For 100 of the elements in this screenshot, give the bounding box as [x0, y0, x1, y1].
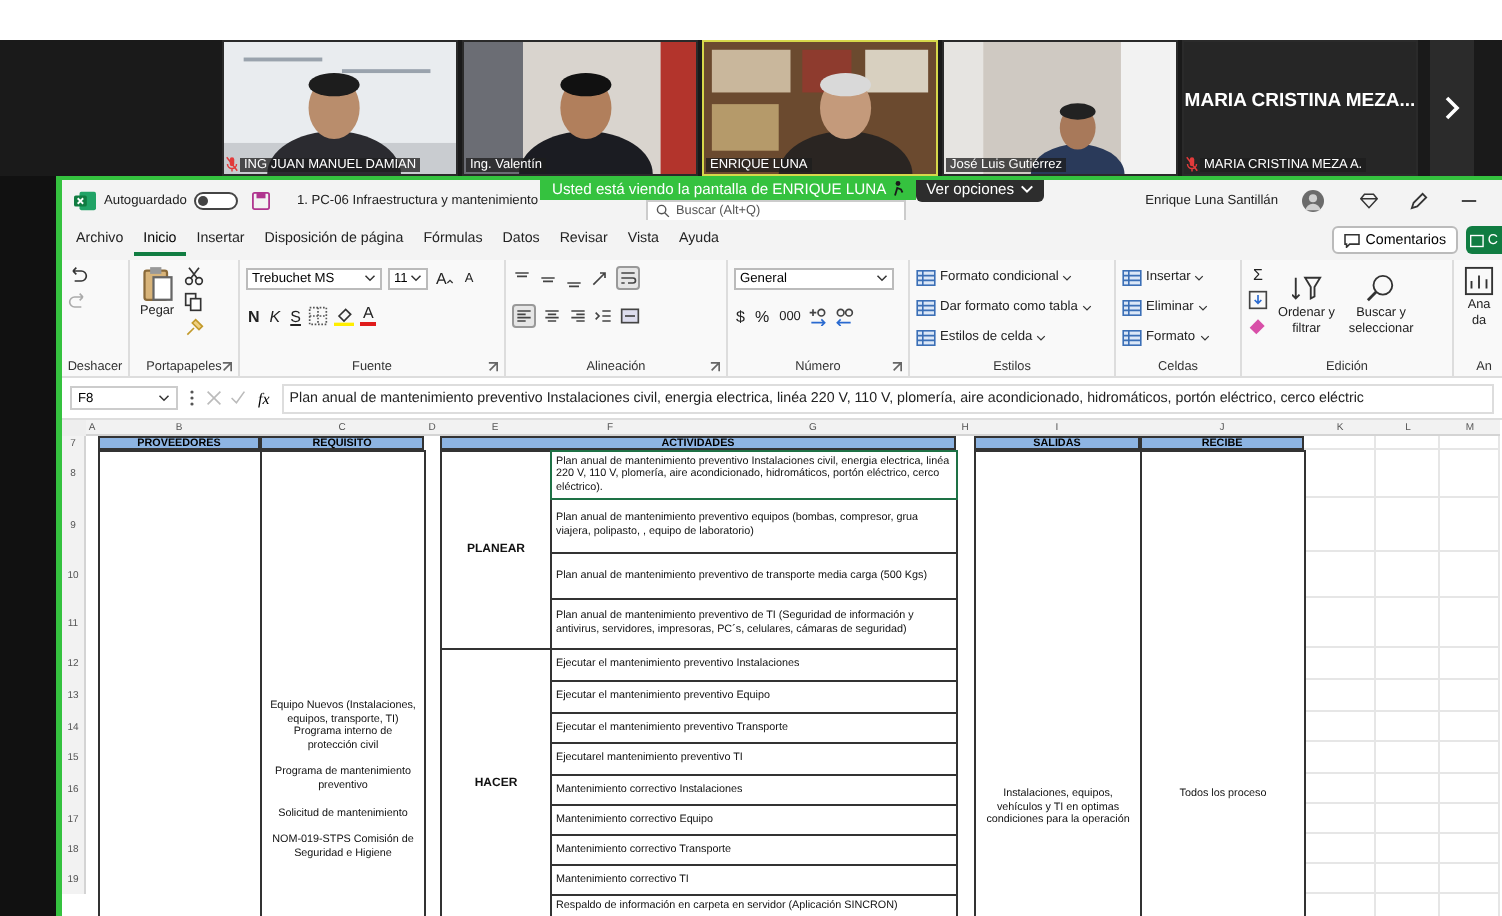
empty-cell[interactable] [1376, 680, 1440, 712]
empty-cell[interactable] [1440, 598, 1500, 648]
person-icon [892, 180, 905, 196]
copy-icon[interactable] [184, 292, 205, 312]
empty-cell[interactable] [1440, 436, 1500, 450]
dialog-launcher-icon[interactable] [892, 361, 902, 371]
align-center-icon[interactable] [542, 306, 562, 326]
eraser-icon[interactable] [1248, 316, 1268, 336]
table-icon [916, 299, 936, 315]
empty-cell[interactable] [1304, 680, 1376, 712]
empty-cell[interactable] [1376, 436, 1440, 450]
number-format-button[interactable]: % [752, 307, 772, 325]
indent-icon[interactable] [594, 306, 614, 326]
empty-cell[interactable] [1440, 680, 1500, 712]
wrap-text-icon[interactable] [616, 266, 640, 290]
empty-cell[interactable] [1376, 648, 1440, 680]
empty-cell[interactable] [1440, 742, 1500, 774]
empty-cell[interactable] [1304, 498, 1376, 552]
insert-function-button[interactable]: fx [254, 389, 274, 407]
caret-icon [1199, 333, 1210, 341]
empty-cell[interactable] [1440, 648, 1500, 680]
font-color-button[interactable]: A [360, 306, 376, 326]
empty-cell[interactable] [1304, 598, 1376, 648]
text-style-button[interactable]: S [288, 307, 303, 325]
pen-icon[interactable] [1410, 191, 1428, 209]
text-style-button[interactable]: K [267, 307, 283, 325]
comment-icon [1343, 233, 1360, 247]
empty-cell[interactable] [1376, 804, 1440, 834]
number-format-button[interactable]: $ [734, 307, 747, 325]
empty-cell[interactable] [1304, 804, 1376, 834]
decrease-decimal-icon[interactable] [834, 306, 855, 326]
table-icon [1122, 299, 1142, 315]
text-angle-icon[interactable] [590, 268, 610, 288]
empty-cell[interactable] [1376, 552, 1440, 598]
empty-cell[interactable] [1376, 742, 1440, 774]
grow-font-button[interactable]: A [434, 269, 457, 287]
merge-cells-icon[interactable] [620, 306, 640, 326]
caret-icon [876, 274, 888, 282]
empty-cell[interactable] [1440, 774, 1500, 804]
diamond-icon[interactable] [1360, 191, 1378, 209]
undo-icon[interactable] [68, 266, 88, 286]
caret-icon [1020, 184, 1035, 194]
autosum-button[interactable]: Σ [1251, 266, 1265, 284]
dialog-launcher-icon[interactable] [222, 361, 232, 371]
clipboard-icon [141, 266, 174, 302]
empty-cell[interactable] [1440, 450, 1500, 498]
align-right-icon[interactable] [568, 306, 588, 326]
caret-icon [1036, 333, 1047, 341]
caret-icon [1197, 303, 1208, 311]
empty-cell[interactable] [1304, 742, 1376, 774]
empty-cell[interactable] [1376, 450, 1440, 498]
empty-cell[interactable] [1304, 864, 1376, 894]
empty-cell[interactable] [1376, 834, 1440, 864]
sort-filter-icon [1291, 274, 1322, 304]
empty-cell[interactable] [1376, 598, 1440, 648]
avatar-icon[interactable] [1302, 189, 1324, 211]
check-icon[interactable] [230, 390, 246, 406]
table-icon [1122, 269, 1142, 285]
up-caret-icon [446, 277, 455, 283]
save-icon[interactable] [252, 191, 271, 209]
dialog-launcher-icon[interactable] [710, 361, 720, 371]
borders-icon[interactable] [308, 306, 329, 326]
caret-icon [158, 394, 170, 402]
empty-cell[interactable] [1440, 804, 1500, 834]
empty-cell[interactable] [1440, 552, 1500, 598]
dialog-launcher-icon[interactable] [488, 361, 498, 371]
table-icon [1122, 329, 1142, 345]
caret-icon [410, 274, 422, 282]
empty-cell[interactable] [1440, 834, 1500, 864]
caret-icon [1194, 273, 1205, 281]
empty-cell[interactable] [1304, 648, 1376, 680]
search-icon [656, 204, 671, 218]
caret-icon [1081, 303, 1092, 311]
participant-name: MARIA CRISTINA MEZA... [1184, 89, 1416, 111]
empty-cell[interactable] [1304, 774, 1376, 804]
empty-cell[interactable] [1304, 712, 1376, 742]
empty-cell[interactable] [1376, 498, 1440, 552]
chevron-right-icon [1444, 96, 1460, 120]
empty-cell[interactable] [1304, 552, 1376, 598]
empty-cell[interactable] [1304, 834, 1376, 864]
share-icon [1470, 233, 1484, 247]
autosave-toggle[interactable] [194, 191, 239, 209]
increase-decimal-icon[interactable] [808, 306, 829, 326]
scissors-icon[interactable] [184, 266, 205, 286]
chart-icon [1464, 266, 1494, 296]
fill-down-icon[interactable] [1248, 290, 1268, 310]
table-icon [916, 269, 936, 285]
empty-cell[interactable] [1376, 774, 1440, 804]
empty-cell[interactable] [1440, 712, 1500, 742]
fill-color-icon[interactable] [334, 306, 355, 326]
align-left-icon[interactable] [512, 304, 536, 328]
table-icon [916, 329, 936, 345]
empty-cell[interactable] [1440, 498, 1500, 552]
search-icon [1366, 274, 1397, 304]
excel-icon[interactable] [74, 189, 96, 211]
empty-cell[interactable] [1440, 864, 1500, 894]
text-style-button[interactable]: N [246, 307, 262, 325]
empty-cell[interactable] [1376, 864, 1440, 894]
empty-cell[interactable] [1376, 712, 1440, 742]
empty-cell[interactable] [1304, 450, 1376, 498]
